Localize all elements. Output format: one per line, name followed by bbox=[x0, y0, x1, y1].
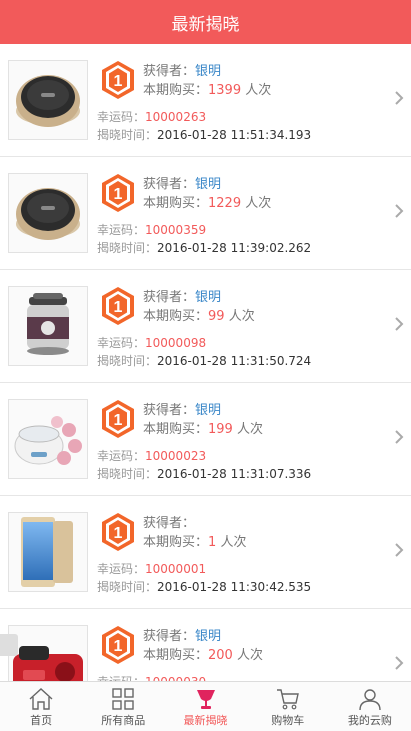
tab-label: 购物车 bbox=[271, 714, 305, 727]
winner-name[interactable]: 银明 bbox=[195, 403, 221, 418]
lucky-code: 10000023 bbox=[145, 449, 207, 463]
result-item[interactable]: 1 获得者： 本期购买：1 人次 幸运码：10000001 揭晓时间：2016-… bbox=[0, 496, 411, 609]
lucky-code: 10000098 bbox=[145, 336, 207, 350]
result-item[interactable]: 1 获得者：银明 本期购买：99 人次 幸运码：10000098 揭晓时间：20… bbox=[0, 270, 411, 383]
rank-number: 1 bbox=[114, 186, 123, 203]
chevron-right-icon[interactable] bbox=[393, 90, 405, 106]
rank-badge-icon: 1 bbox=[102, 174, 134, 212]
winner-line: 获得者：银明 bbox=[143, 64, 222, 79]
reveal-time: 2016-01-28 11:31:50.724 bbox=[157, 354, 312, 368]
lucky-code: 10000001 bbox=[145, 562, 207, 576]
winner-name[interactable]: 银明 bbox=[195, 290, 221, 305]
winner-line: 获得者：银明 bbox=[143, 177, 222, 192]
tab-latest-reveal[interactable]: 最新揭晓 bbox=[164, 682, 246, 731]
chevron-right-icon[interactable] bbox=[393, 655, 405, 671]
results-list: 1 获得者：银明 本期购买：1399 人次 幸运码：10000263 揭晓时间：… bbox=[0, 44, 411, 682]
product-image-tablet[interactable] bbox=[8, 512, 88, 592]
tab-my-account[interactable]: 我的云购 bbox=[329, 682, 411, 731]
chevron-right-icon[interactable] bbox=[393, 316, 405, 332]
meta-info: 幸运码：10000023 揭晓时间：2016-01-28 11:31:07.33… bbox=[97, 449, 312, 481]
rank-number: 1 bbox=[114, 299, 123, 316]
meta-info: 幸运码：10000263 揭晓时间：2016-01-28 11:51:34.19… bbox=[97, 110, 312, 142]
result-item[interactable]: 1 获得者：银明 本期购买：199 人次 幸运码：10000023 揭晓时间：2… bbox=[0, 383, 411, 496]
trophy-icon bbox=[196, 690, 215, 709]
winner-name[interactable]: 银明 bbox=[195, 629, 221, 644]
lucky-code: 10000359 bbox=[145, 223, 207, 237]
tab-label: 我的云购 bbox=[347, 714, 392, 727]
meta-info: 幸运码：10000359 揭晓时间：2016-01-28 11:39:02.26… bbox=[97, 223, 312, 255]
product-image-robot-vacuum[interactable] bbox=[8, 60, 88, 140]
cart-icon bbox=[276, 689, 299, 710]
tab-cart[interactable]: 购物车 bbox=[247, 682, 329, 731]
grid-icon bbox=[112, 688, 134, 710]
reveal-time: 2016-01-28 11:39:02.262 bbox=[157, 241, 312, 255]
lucky-code: 10000263 bbox=[145, 110, 207, 124]
purchase-count: 1399 bbox=[208, 83, 242, 98]
page-header: 最新揭晓 bbox=[0, 0, 411, 44]
user-icon bbox=[359, 689, 381, 711]
purchase-line: 本期购买：1229 人次 bbox=[143, 196, 272, 211]
rank-badge-icon: 1 bbox=[102, 626, 134, 664]
result-item[interactable]: 1 获得者：银明 本期购买：1399 人次 幸运码：10000263 揭晓时间：… bbox=[0, 44, 411, 157]
purchase-line: 本期购买：1399 人次 bbox=[143, 83, 272, 98]
purchase-count: 199 bbox=[208, 422, 233, 437]
reveal-time: 2016-01-28 11:31:07.336 bbox=[157, 467, 312, 481]
chevron-right-icon[interactable] bbox=[393, 203, 405, 219]
tab-label: 最新揭晓 bbox=[183, 714, 228, 727]
result-item[interactable]: 1 获得者：银明 本期购买：200 人次 幸运码：10000030 bbox=[0, 609, 411, 682]
page-title: 最新揭晓 bbox=[171, 14, 240, 35]
purchase-line: 本期购买：99 人次 bbox=[143, 309, 255, 324]
purchase-line: 本期购买：199 人次 bbox=[143, 422, 263, 437]
rank-badge-icon: 1 bbox=[102, 61, 134, 99]
rank-badge-icon: 1 bbox=[102, 287, 134, 325]
winner-line: 获得者：银明 bbox=[143, 629, 222, 644]
winner-name[interactable]: 银明 bbox=[195, 64, 221, 79]
side-pull-tab[interactable] bbox=[0, 634, 18, 656]
rank-number: 1 bbox=[114, 525, 123, 542]
meta-info: 幸运码：10000098 揭晓时间：2016-01-28 11:31:50.72… bbox=[97, 336, 312, 368]
meta-info: 幸运码：10000001 揭晓时间：2016-01-28 11:30:42.53… bbox=[97, 562, 312, 594]
winner-line: 获得者： bbox=[143, 516, 196, 531]
winner-name[interactable]: 银明 bbox=[195, 177, 221, 192]
reveal-time: 2016-01-28 11:51:34.193 bbox=[157, 128, 312, 142]
purchase-count: 99 bbox=[208, 309, 225, 324]
result-item[interactable]: 1 获得者：银明 本期购买：1229 人次 幸运码：10000359 揭晓时间：… bbox=[0, 157, 411, 270]
rank-number: 1 bbox=[114, 412, 123, 429]
product-image-red-appliance[interactable] bbox=[8, 625, 88, 682]
tab-home[interactable]: 首页 bbox=[0, 682, 82, 731]
tab-label: 所有商品 bbox=[101, 714, 146, 727]
rank-badge-icon: 1 bbox=[102, 400, 134, 438]
purchase-count: 1229 bbox=[208, 196, 242, 211]
tab-label: 首页 bbox=[30, 714, 53, 727]
chevron-right-icon[interactable] bbox=[393, 542, 405, 558]
tab-all-products[interactable]: 所有商品 bbox=[82, 682, 164, 731]
product-image-lunch-box[interactable] bbox=[8, 286, 88, 366]
rank-number: 1 bbox=[114, 73, 123, 90]
purchase-count: 200 bbox=[208, 648, 233, 663]
reveal-time: 2016-01-28 11:30:42.535 bbox=[157, 580, 312, 594]
product-image-yogurt-maker[interactable] bbox=[8, 399, 88, 479]
chevron-right-icon[interactable] bbox=[393, 429, 405, 445]
home-icon bbox=[29, 688, 53, 710]
purchase-line: 本期购买：200 人次 bbox=[143, 648, 263, 663]
purchase-line: 本期购买：1 人次 bbox=[143, 535, 247, 550]
product-image-robot-vacuum[interactable] bbox=[8, 173, 88, 253]
bottom-tab-bar: 首页 所有商品 最新揭晓 购物车 我的云购 bbox=[0, 681, 411, 731]
winner-line: 获得者：银明 bbox=[143, 403, 222, 418]
rank-number: 1 bbox=[114, 638, 123, 655]
winner-line: 获得者：银明 bbox=[143, 290, 222, 305]
purchase-count: 1 bbox=[208, 535, 217, 550]
rank-badge-icon: 1 bbox=[102, 513, 134, 551]
